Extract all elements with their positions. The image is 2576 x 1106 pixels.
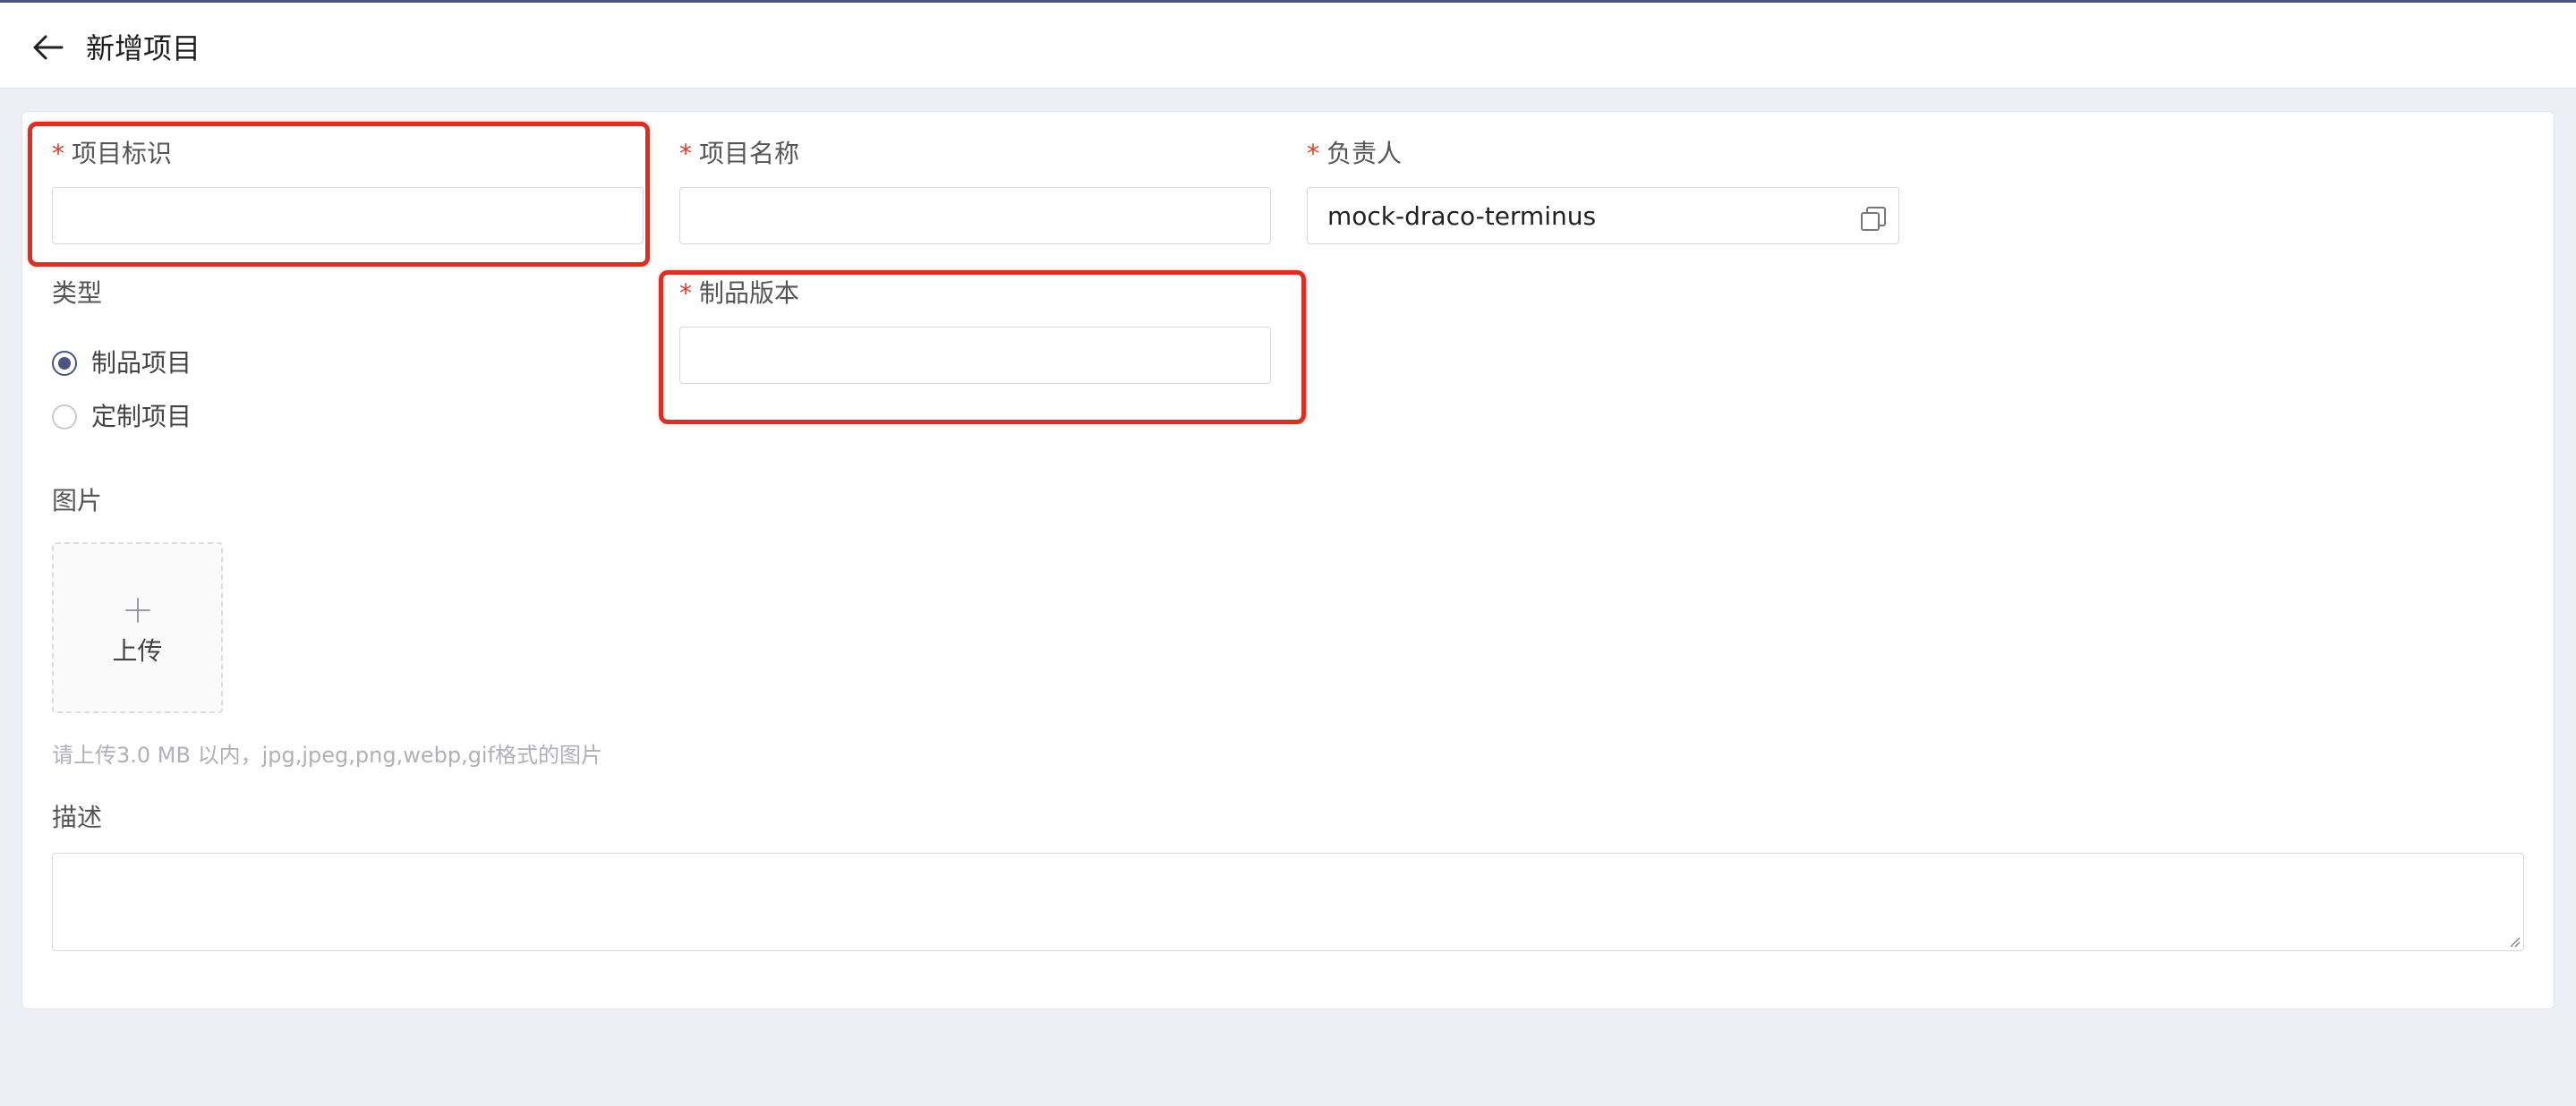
- type-option-product[interactable]: 制品项目: [52, 347, 192, 379]
- type-label: 类型: [52, 278, 103, 308]
- project-name-input[interactable]: [679, 187, 1271, 244]
- image-label: 图片: [52, 486, 103, 515]
- upload-label: 上传: [112, 636, 163, 666]
- type-option-product-label: 制品项目: [91, 348, 192, 378]
- page-header: 新增项目: [0, 3, 2576, 89]
- project-name-label: * 项目名称: [679, 138, 799, 170]
- highlight-product-version: [659, 270, 1306, 424]
- radio-unchecked[interactable]: [52, 404, 77, 430]
- plus-icon: [125, 598, 150, 623]
- resize-handle-icon[interactable]: [2508, 935, 2521, 948]
- highlight-project-id: [28, 122, 650, 267]
- description-textarea[interactable]: [52, 853, 2524, 951]
- required-mark: *: [679, 139, 692, 168]
- arrow-left-icon[interactable]: [32, 33, 64, 62]
- type-option-custom[interactable]: 定制项目: [52, 401, 192, 433]
- copy-icon[interactable]: [1859, 205, 1888, 234]
- type-option-custom-label: 定制项目: [91, 402, 192, 431]
- image-upload-button[interactable]: 上传: [52, 542, 223, 713]
- page-title: 新增项目: [86, 31, 201, 65]
- owner-label: * 负责人: [1307, 138, 1402, 170]
- description-label: 描述: [52, 803, 103, 832]
- upload-hint: 请上传3.0 MB 以内，jpg,jpeg,png,webp,gif格式的图片: [52, 743, 603, 768]
- required-mark: *: [1307, 139, 1319, 168]
- owner-label-text: 负责人: [1326, 139, 1403, 168]
- project-name-label-text: 项目名称: [699, 139, 800, 168]
- owner-input[interactable]: [1307, 187, 1899, 244]
- radio-checked[interactable]: [52, 351, 77, 376]
